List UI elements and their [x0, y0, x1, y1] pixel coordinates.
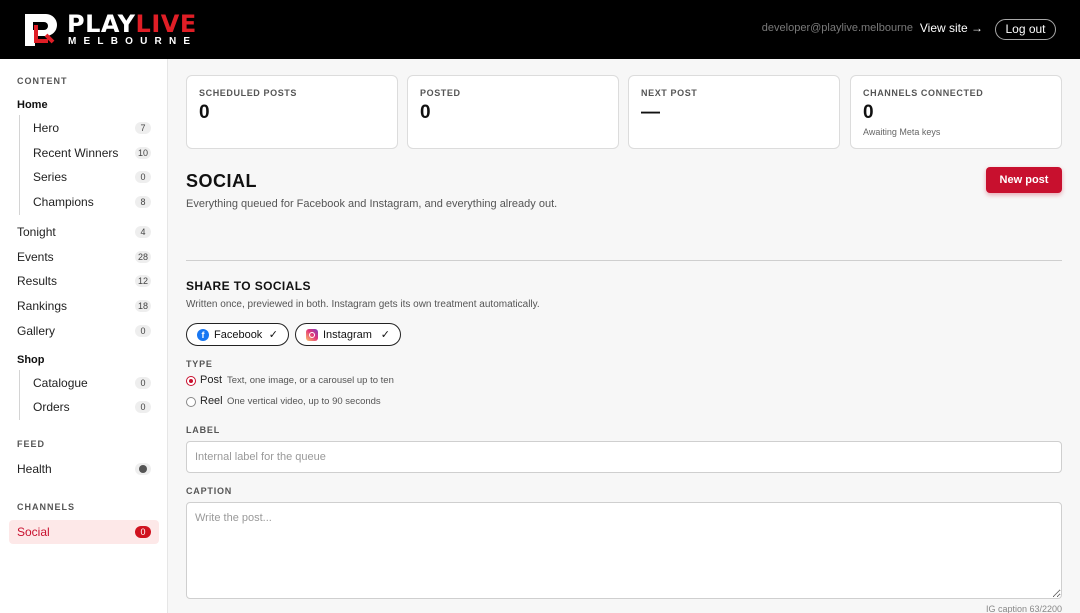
stat-title: POSTED — [420, 88, 461, 98]
sidebar: CONTENT Home Hero 7 Recent Winners 10 Se… — [0, 59, 168, 613]
stat-card-posted: POSTED 0 — [407, 75, 619, 149]
sidebar-item-label: Health — [17, 462, 52, 476]
type-post-description: Text, one image, or a carousel up to ten — [227, 375, 394, 386]
caption-textarea[interactable] — [186, 502, 1062, 599]
playlive-logo[interactable]: PLAYLIVE MELBOURNE — [22, 11, 196, 49]
sidebar-item-events[interactable]: Events 28 — [9, 245, 159, 269]
count-badge: 0 — [135, 171, 151, 183]
check-icon: ✓ — [380, 329, 390, 341]
count-badge: 0 — [135, 401, 151, 413]
sidebar-item-label: Gallery — [17, 324, 56, 338]
stat-value: 0 — [199, 102, 210, 123]
logo-subtitle: MELBOURNE — [68, 36, 198, 47]
count-badge: 0 — [135, 325, 151, 337]
status-dot-icon — [135, 463, 151, 475]
caption-field-label: CAPTION — [186, 486, 233, 496]
sidebar-section-content: CONTENT — [17, 76, 68, 86]
stat-card-channels-connected: CHANNELS CONNECTED 0 Awaiting Meta keys — [850, 75, 1062, 149]
type-reel-description: One vertical video, up to 90 seconds — [227, 396, 381, 407]
section-divider — [186, 260, 1062, 261]
sidebar-item-label: Catalogue — [33, 376, 88, 390]
label-input[interactable] — [186, 441, 1062, 473]
sidebar-item-rankings[interactable]: Rankings 18 — [9, 294, 159, 318]
stat-subtext: Awaiting Meta keys — [863, 127, 941, 137]
sidebar-item-recent-winners[interactable]: Recent Winners 10 — [9, 141, 159, 165]
sidebar-item-label: Results — [17, 274, 58, 288]
check-icon: ✓ — [268, 329, 278, 341]
stat-title: CHANNELS CONNECTED — [863, 88, 984, 98]
type-reel-label[interactable]: Reel — [200, 395, 223, 407]
sidebar-group-home[interactable]: Home — [17, 99, 48, 111]
page-title: SOCIAL — [186, 171, 258, 191]
share-section-title: SHARE TO SOCIALS — [186, 279, 311, 293]
sidebar-item-orders[interactable]: Orders 0 — [9, 395, 159, 419]
sidebar-item-label: Champions — [33, 195, 94, 209]
stat-title: NEXT POST — [641, 88, 698, 98]
sidebar-item-health[interactable]: Health — [9, 457, 159, 481]
sidebar-item-social[interactable]: Social 0 — [9, 520, 159, 544]
stat-value: 0 — [863, 102, 874, 123]
channel-toggle-facebook[interactable]: f Facebook ✓ — [186, 323, 289, 346]
logout-button[interactable]: Log out — [995, 19, 1056, 40]
sidebar-item-label: Events — [17, 250, 54, 264]
sidebar-item-label: Recent Winners — [33, 146, 119, 160]
sidebar-item-champions[interactable]: Champions 8 — [9, 190, 159, 214]
facebook-icon: f — [197, 329, 209, 341]
label-field-label: LABEL — [186, 425, 220, 435]
stat-value: 0 — [420, 102, 431, 123]
channel-toggle-instagram[interactable]: Instagram ✓ — [295, 323, 401, 346]
sidebar-item-hero[interactable]: Hero 7 — [9, 116, 159, 140]
type-post-radio[interactable] — [186, 376, 196, 386]
user-email: developer@playlive.melbourne — [761, 22, 913, 34]
sidebar-group-shop[interactable]: Shop — [17, 354, 45, 366]
type-label: TYPE — [186, 359, 213, 369]
count-badge: 0 — [135, 526, 151, 538]
sidebar-item-catalogue[interactable]: Catalogue 0 — [9, 371, 159, 395]
playlive-mark-icon — [25, 14, 57, 46]
new-post-button[interactable]: New post — [986, 167, 1062, 193]
sidebar-item-series[interactable]: Series 0 — [9, 165, 159, 189]
instagram-icon — [306, 329, 318, 341]
sidebar-item-label: Tonight — [17, 225, 56, 239]
top-bar: PLAYLIVE MELBOURNE developer@playlive.me… — [0, 0, 1080, 59]
sidebar-item-results[interactable]: Results 12 — [9, 269, 159, 293]
sidebar-item-tonight[interactable]: Tonight 4 — [9, 220, 159, 244]
count-badge: 0 — [135, 377, 151, 389]
view-site-link[interactable]: View site → — [920, 21, 983, 35]
count-badge: 18 — [134, 300, 151, 312]
count-badge: 12 — [134, 275, 151, 287]
type-reel-radio[interactable] — [186, 397, 196, 407]
sidebar-section-channels: CHANNELS — [17, 502, 76, 512]
channel-label: Facebook — [214, 329, 263, 341]
count-badge: 4 — [135, 226, 151, 238]
logo-wordmark: PLAYLIVE — [67, 10, 197, 38]
stat-card-next-post: NEXT POST — — [628, 75, 840, 149]
sidebar-item-label: Hero — [33, 121, 60, 135]
count-badge: 10 — [134, 147, 151, 159]
stat-card-scheduled-posts: SCHEDULED POSTS 0 — [186, 75, 398, 149]
stat-value: — — [641, 102, 660, 123]
sidebar-item-gallery[interactable]: Gallery 0 — [9, 319, 159, 343]
page-subtitle: Everything queued for Facebook and Insta… — [186, 198, 558, 210]
count-badge: 28 — [134, 251, 151, 263]
stat-title: SCHEDULED POSTS — [199, 88, 298, 98]
type-post-label[interactable]: Post — [200, 374, 222, 386]
sidebar-item-label: Social — [17, 525, 50, 539]
count-badge: 8 — [135, 196, 151, 208]
sidebar-item-label: Series — [33, 170, 68, 184]
caption-counter: IG caption 63/2200 — [985, 604, 1062, 613]
sidebar-item-label: Orders — [33, 400, 70, 414]
sidebar-item-label: Rankings — [17, 299, 68, 313]
share-section-subtitle: Written once, previewed in both. Instagr… — [186, 299, 540, 310]
sidebar-section-feed: FEED — [17, 439, 46, 449]
channel-label: Instagram — [323, 329, 372, 341]
count-badge: 7 — [135, 122, 151, 134]
